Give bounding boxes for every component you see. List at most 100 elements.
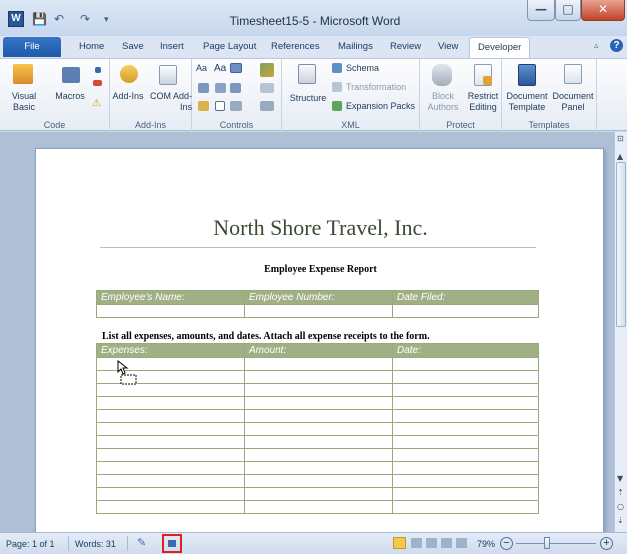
expense-row[interactable] <box>96 500 539 514</box>
date-filed-cell[interactable] <box>392 304 539 318</box>
expense-row[interactable] <box>96 357 539 371</box>
date-cell[interactable] <box>392 396 539 410</box>
date-cell[interactable] <box>392 448 539 462</box>
date-cell[interactable] <box>392 422 539 436</box>
add-ins-button[interactable]: Add-Ins <box>110 91 146 102</box>
record-macro-icon[interactable] <box>95 67 101 73</box>
employee-name-cell[interactable] <box>96 304 245 318</box>
schema-button[interactable]: Schema <box>346 63 379 74</box>
expense-row[interactable] <box>96 383 539 397</box>
save-icon[interactable]: 💾 <box>32 12 47 26</box>
com-add-ins-button[interactable]: COM Add-Ins <box>148 91 192 113</box>
amount-cell[interactable] <box>244 357 393 371</box>
word-count[interactable]: Words: 31 <box>75 539 116 549</box>
minimize-ribbon-icon[interactable]: ▵ <box>594 41 599 51</box>
tab-insert[interactable]: Insert <box>160 41 184 52</box>
legacy-tools-icon[interactable] <box>230 101 242 111</box>
tab-page-layout[interactable]: Page Layout <box>203 41 256 52</box>
ruler-toggle-icon[interactable]: ⊡ <box>617 134 624 143</box>
document-area[interactable]: North Shore Travel, Inc. Employee Expens… <box>0 132 614 538</box>
amount-cell[interactable] <box>244 474 393 488</box>
tab-view[interactable]: View <box>438 41 458 52</box>
check-box-icon[interactable] <box>215 101 225 111</box>
expense-row[interactable] <box>96 422 539 436</box>
amount-cell[interactable] <box>244 383 393 397</box>
zoom-slider-thumb[interactable] <box>543 537 550 549</box>
expense-row[interactable] <box>96 487 539 501</box>
tab-developer[interactable]: Developer <box>469 37 531 58</box>
expense-cell[interactable] <box>96 474 245 488</box>
amount-cell[interactable] <box>244 500 393 514</box>
group-control-icon[interactable] <box>260 101 274 111</box>
employee-number-cell[interactable] <box>244 304 393 318</box>
expense-row[interactable] <box>96 370 539 384</box>
amount-cell[interactable] <box>244 448 393 462</box>
employee-info-table[interactable]: Employee's Name: Employee Number: Date F… <box>96 290 539 318</box>
expense-cell[interactable] <box>96 500 245 514</box>
zoom-in-button[interactable]: + <box>600 537 613 550</box>
block-authors-button[interactable]: Block Authors <box>423 91 463 113</box>
expansion-packs-button[interactable]: Expansion Packs <box>346 101 415 112</box>
undo-icon[interactable]: ↶ <box>54 12 64 26</box>
document-page[interactable]: North Shore Travel, Inc. Employee Expens… <box>35 148 604 538</box>
expense-table[interactable]: Expenses: Amount: Date: <box>96 343 539 514</box>
structure-button[interactable]: Structure <box>287 93 329 104</box>
date-cell[interactable] <box>392 474 539 488</box>
page-count[interactable]: Page: 1 of 1 <box>6 539 55 549</box>
tab-file[interactable]: File <box>3 37 61 57</box>
minimize-button[interactable]: — <box>527 0 555 21</box>
amount-cell[interactable] <box>244 487 393 501</box>
proofing-icon[interactable]: ✎ <box>137 536 153 550</box>
tab-mailings[interactable]: Mailings <box>338 41 373 52</box>
tab-review[interactable]: Review <box>390 41 421 52</box>
document-panel-button[interactable]: Document Panel <box>550 91 596 113</box>
amount-cell[interactable] <box>244 461 393 475</box>
expense-row[interactable] <box>96 409 539 423</box>
draft-view-icon[interactable] <box>456 538 467 548</box>
expense-row[interactable] <box>96 461 539 475</box>
scroll-thumb[interactable] <box>616 162 626 327</box>
customize-qat-icon[interactable]: ▾ <box>104 15 109 25</box>
expense-cell[interactable] <box>96 461 245 475</box>
properties-icon[interactable] <box>260 83 274 93</box>
combo-box-icon[interactable] <box>215 83 226 93</box>
zoom-out-button[interactable]: − <box>500 537 513 550</box>
expense-row[interactable] <box>96 435 539 449</box>
zoom-slider[interactable] <box>516 537 596 549</box>
expense-cell[interactable] <box>96 448 245 462</box>
date-cell[interactable] <box>392 500 539 514</box>
maximize-button[interactable]: □ <box>555 0 581 21</box>
date-cell[interactable] <box>392 370 539 384</box>
date-cell[interactable] <box>392 409 539 423</box>
redo-icon[interactable]: ↷ <box>80 12 90 26</box>
picture-control-icon[interactable] <box>230 63 242 73</box>
restrict-editing-button[interactable]: Restrict Editing <box>464 91 502 113</box>
scroll-up-icon[interactable]: ▲ <box>617 152 623 161</box>
macro-recording-indicator[interactable] <box>162 534 182 553</box>
transformation-button[interactable]: Transformation <box>346 82 406 93</box>
previous-page-icon[interactable]: ⇡ <box>617 488 624 497</box>
rich-text-control-button[interactable]: Aa <box>196 63 207 74</box>
tab-home[interactable]: Home <box>79 41 104 52</box>
pause-recording-icon[interactable] <box>93 80 102 86</box>
outline-view-icon[interactable] <box>441 538 452 548</box>
zoom-level[interactable]: 79% <box>477 539 495 549</box>
date-cell[interactable] <box>392 435 539 449</box>
scroll-down-icon[interactable]: ▼ <box>617 474 623 483</box>
macros-button[interactable]: Macros <box>52 91 88 102</box>
design-mode-icon[interactable] <box>260 63 274 77</box>
date-cell[interactable] <box>392 487 539 501</box>
amount-cell[interactable] <box>244 409 393 423</box>
drop-down-list-icon[interactable] <box>230 83 241 93</box>
amount-cell[interactable] <box>244 422 393 436</box>
visual-basic-button[interactable]: Visual Basic <box>4 91 44 113</box>
expense-row[interactable] <box>96 474 539 488</box>
full-screen-reading-icon[interactable] <box>411 538 422 548</box>
vertical-scrollbar[interactable]: ⊡ ▲ ▼ ⇡ ○ ⇣ <box>614 132 627 532</box>
browse-object-icon[interactable]: ○ <box>617 502 624 511</box>
expense-cell[interactable] <box>96 435 245 449</box>
building-block-icon[interactable] <box>198 83 209 93</box>
tab-save[interactable]: Save <box>122 41 144 52</box>
expense-row[interactable] <box>96 396 539 410</box>
amount-cell[interactable] <box>244 435 393 449</box>
